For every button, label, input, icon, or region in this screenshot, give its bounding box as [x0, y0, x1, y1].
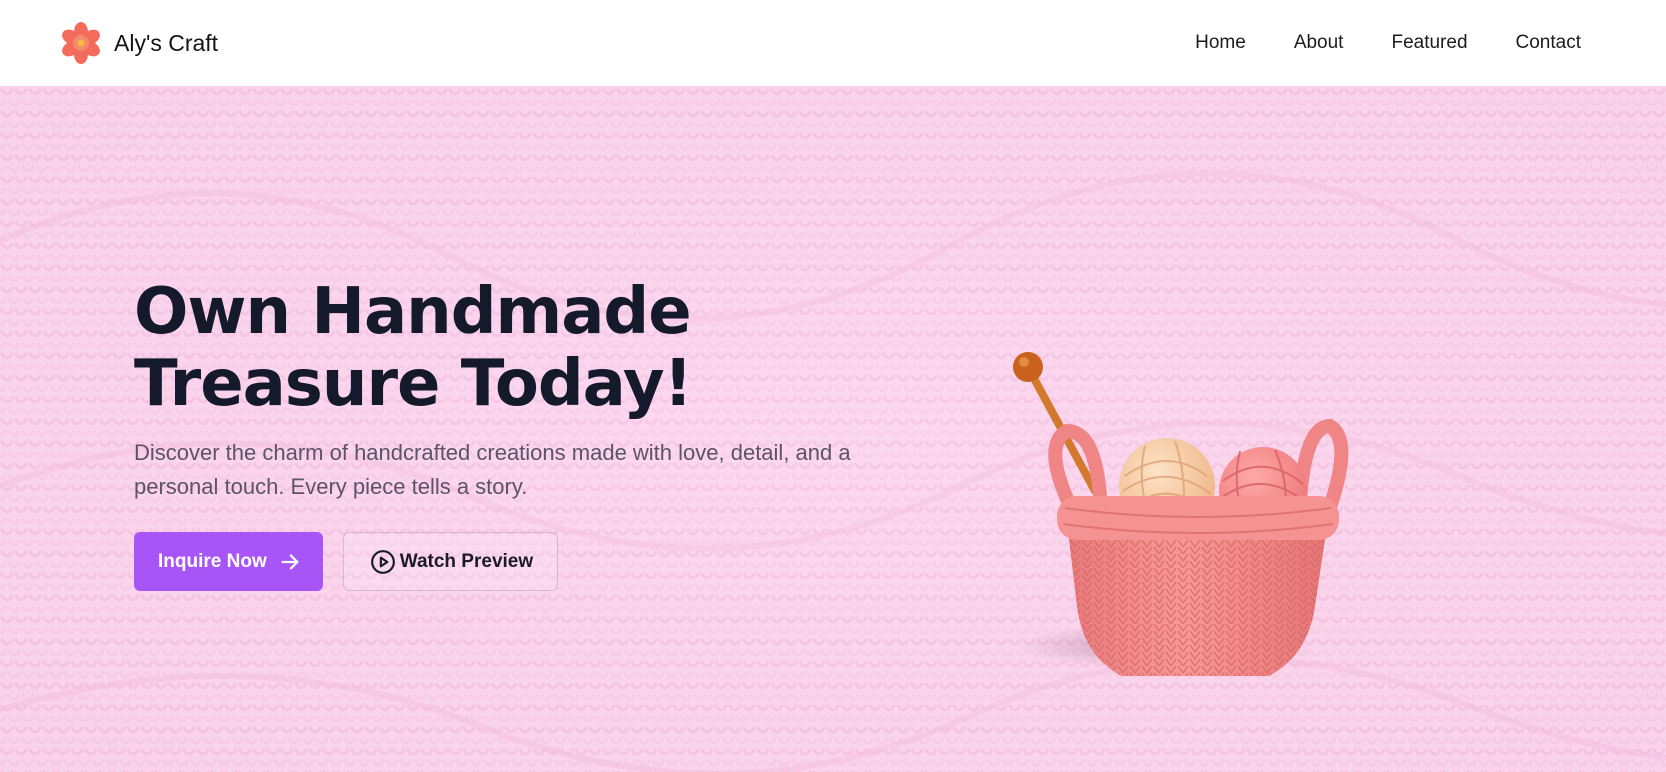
- nav-link-home[interactable]: Home: [1195, 32, 1246, 54]
- hero-subtitle: Discover the charm of handcrafted creati…: [134, 440, 851, 499]
- nav-link-about[interactable]: About: [1294, 32, 1344, 54]
- watch-preview-button[interactable]: Watch Preview: [342, 532, 559, 591]
- inquire-now-button[interactable]: Inquire Now: [134, 532, 323, 591]
- hero-actions: Inquire Now Watch Preview: [134, 532, 894, 591]
- yarn-basket-image: [1013, 352, 1349, 676]
- navbar: Aly's Craft Home About Featured Contact: [0, 0, 1666, 86]
- hero-content: Own Handmade Treasure Today! Discover th…: [134, 276, 894, 591]
- hero-title-line2: Treasure Today!: [134, 347, 693, 421]
- brand-name: Aly's Craft: [114, 29, 219, 56]
- hero-title-line1: Own Handmade: [134, 275, 692, 349]
- watch-preview-label: Watch Preview: [399, 550, 534, 572]
- brand[interactable]: Aly's Craft: [60, 22, 218, 64]
- nav-link-contact[interactable]: Contact: [1516, 32, 1581, 54]
- flower-icon: [62, 22, 100, 64]
- main-nav: Home About Featured Contact: [1195, 32, 1581, 54]
- arrow-right-icon: [281, 553, 299, 570]
- play-circle-icon: [370, 549, 395, 574]
- inquire-now-label: Inquire Now: [158, 550, 267, 572]
- nav-link-featured[interactable]: Featured: [1391, 32, 1467, 54]
- hero-section: Own Handmade Treasure Today! Discover th…: [0, 86, 1666, 772]
- hero-title: Own Handmade Treasure Today!: [134, 276, 894, 420]
